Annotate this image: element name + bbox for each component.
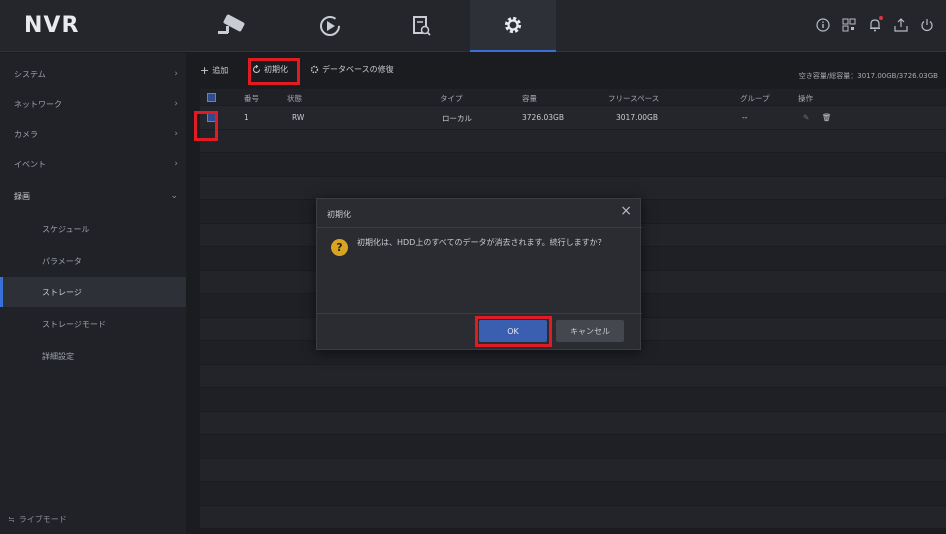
cell-number: 1 (244, 113, 249, 122)
sidebar-item-schedule[interactable]: スケジュール (0, 214, 186, 244)
close-icon[interactable]: × (620, 203, 632, 219)
tab-file-search[interactable] (379, 0, 465, 52)
cell-status: RW (292, 113, 305, 122)
question-icon: ? (331, 239, 348, 256)
header-status: 状態 (287, 94, 302, 103)
sidebar-item-parameters[interactable]: パラメータ (0, 246, 186, 276)
capacity-text: 空き容量/総容量：3017.00GB/3726.03GB (798, 72, 938, 80)
export-icon[interactable] (894, 18, 908, 32)
database-repair-button[interactable]: データベースの修復 (310, 64, 394, 75)
top-bar: NVR (0, 0, 946, 52)
highlight-ok-button (475, 316, 552, 347)
sidebar-item-network[interactable]: ネットワーク › (0, 89, 186, 119)
sidebar-item-storage-mode[interactable]: ストレージモード (0, 309, 186, 339)
database-repair-label: データベースの修復 (322, 65, 394, 74)
search-file-icon (413, 16, 431, 36)
sidebar-item-label: ネットワーク (14, 99, 62, 109)
cell-type: ローカル (442, 114, 472, 123)
table-row-empty (200, 388, 946, 412)
chevron-right-icon: › (174, 159, 178, 169)
dialog-message: 初期化は、HDD上のすべてのデータが消去されます。続行しますか？ (357, 238, 606, 247)
table-row-empty (200, 458, 946, 482)
sidebar: システム › ネットワーク › カメラ › イベント › 録画 ⌄ スケジュール… (0, 53, 186, 534)
dialog-divider (317, 227, 642, 228)
edit-icon[interactable]: ✎ (803, 113, 809, 122)
highlight-initialize (248, 58, 300, 85)
sidebar-item-label: パラメータ (42, 256, 82, 266)
sidebar-item-label: ストレージモード (42, 319, 106, 329)
chevron-right-icon: › (174, 99, 178, 109)
live-mode-icon: ≒ (8, 515, 15, 524)
top-right-icons (816, 16, 934, 32)
sidebar-item-system[interactable]: システム › (0, 59, 186, 89)
table-row-empty (200, 153, 946, 177)
table-row-empty (200, 129, 946, 153)
highlight-row-checkbox (194, 111, 218, 141)
sidebar-item-label: システム (14, 69, 46, 79)
gear-small-icon (310, 65, 319, 74)
info-icon[interactable] (816, 18, 830, 32)
table-row-empty (200, 505, 946, 529)
camera-icon (218, 14, 245, 34)
table-row-empty (200, 435, 946, 459)
cell-group: -- (742, 113, 748, 122)
table-row-empty (200, 364, 946, 388)
cell-free-space: 3017.00GB (616, 113, 658, 122)
header-actions: 操作 (798, 94, 813, 103)
sidebar-item-label: スケジュール (42, 224, 90, 234)
toolbar: + 追加 初期化 データベースの修復 空き容量/総容量：3017.00GB/37… (186, 53, 946, 89)
playback-icon (320, 16, 340, 36)
table-row-empty (200, 482, 946, 506)
table-header: 番号 状態 タイプ 容量 フリースペース グループ 操作 (200, 89, 946, 106)
live-mode-label: ライブモード (18, 515, 67, 524)
cancel-button[interactable]: キャンセル (556, 320, 624, 342)
delete-icon[interactable]: 🗑 (822, 113, 832, 122)
table-row-empty (200, 176, 946, 200)
chevron-right-icon: › (174, 129, 178, 139)
chevron-right-icon: › (174, 69, 178, 79)
cell-capacity: 3726.03GB (522, 113, 564, 122)
table-row-empty (200, 411, 946, 435)
qr-code-icon[interactable] (842, 18, 856, 32)
sidebar-item-storage[interactable]: ストレージ (0, 277, 186, 307)
chevron-down-icon: ⌄ (170, 191, 178, 201)
notification-dot (879, 16, 883, 20)
header-capacity: 容量 (522, 94, 537, 103)
add-button[interactable]: + 追加 (200, 64, 228, 77)
table-row[interactable]: 1 RW ローカル 3726.03GB 3017.00GB -- ✎ 🗑 (200, 106, 946, 130)
sidebar-item-label: 録画 (14, 191, 30, 201)
sidebar-item-label: ストレージ (42, 287, 82, 297)
sidebar-item-label: イベント (14, 159, 46, 169)
dialog-divider (317, 313, 642, 314)
tab-playback[interactable] (287, 0, 373, 52)
notification-bell-icon[interactable] (868, 16, 883, 32)
power-icon[interactable] (920, 18, 934, 32)
tab-live-view[interactable] (190, 0, 276, 52)
sidebar-item-advanced[interactable]: 詳細設定 (0, 341, 186, 371)
brand-logo: NVR (24, 13, 80, 38)
add-label: 追加 (212, 66, 229, 75)
dialog-title: 初期化 (327, 210, 351, 219)
header-type: タイプ (440, 94, 463, 103)
plus-icon: + (200, 64, 210, 77)
sidebar-item-label: カメラ (14, 129, 38, 139)
select-all-checkbox[interactable] (207, 93, 216, 102)
live-mode-link[interactable]: ≒ ライブモード (8, 514, 67, 525)
sidebar-item-label: 詳細設定 (42, 351, 74, 361)
header-number: 番号 (244, 94, 259, 103)
header-free-space: フリースペース (608, 94, 660, 103)
sidebar-item-recording[interactable]: 録画 ⌄ (0, 181, 186, 211)
settings-gear-icon (504, 16, 522, 34)
sidebar-item-event[interactable]: イベント › (0, 149, 186, 179)
sidebar-item-camera[interactable]: カメラ › (0, 119, 186, 149)
header-group: グループ (740, 94, 770, 103)
tab-settings[interactable] (470, 0, 556, 52)
